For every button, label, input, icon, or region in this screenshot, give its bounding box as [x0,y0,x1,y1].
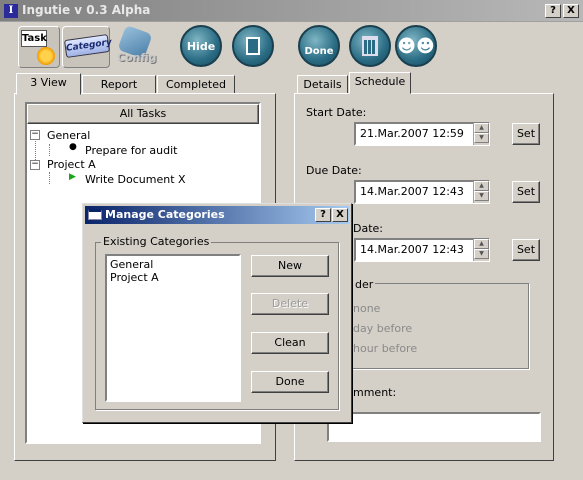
tree-node-write-document[interactable]: Write Document X [85,173,186,186]
set-start-button[interactable]: Set [512,123,540,145]
expander-icon[interactable]: − [30,130,40,140]
task-button[interactable]: Task [18,26,60,68]
delete-button[interactable]: Delete [251,293,329,315]
hide-button[interactable]: Hide [180,25,222,67]
app-icon: I [4,4,18,18]
spin-up-icon[interactable]: ▲ [474,123,489,133]
reminder-option-day[interactable]: day before [353,322,412,335]
spin-down-icon[interactable]: ▼ [474,249,489,259]
tree-node-prepare-audit[interactable]: Prepare for audit [85,144,177,157]
clean-button[interactable]: Clean [251,332,329,354]
spin-down-icon[interactable]: ▼ [474,191,489,201]
dialog-title: Manage Categories [105,208,225,221]
tab-3-view[interactable]: 3 View [16,73,81,95]
third-date-value: 14.Mar.2007 12:43 [360,243,464,256]
play-icon: ▶ [69,172,76,182]
third-date-spinner[interactable]: ▲ ▼ [473,239,489,261]
due-date-field[interactable]: 14.Mar.2007 12:43 [354,180,490,204]
window-button[interactable] [232,25,274,67]
close-button[interactable]: X [563,4,579,18]
dialog-title-bar: Manage Categories ? X [85,206,349,224]
tab-schedule[interactable]: Schedule [349,72,411,94]
done-label: Done [304,45,334,57]
task-label: Task [21,30,47,47]
start-date-spinner[interactable]: ▲ ▼ [473,123,489,145]
list-item[interactable]: General [110,258,153,271]
start-date-label: Start Date: [306,106,367,119]
categories-list[interactable]: General Project A [105,254,241,402]
existing-categories-label: Existing Categories [101,235,212,248]
start-date-value: 21.Mar.2007 12:59 [360,127,464,140]
reminder-label: der [353,278,376,291]
config-button[interactable]: Config [114,24,157,68]
set-due-button[interactable]: Set [512,181,540,203]
tree-header[interactable]: All Tasks [27,104,259,124]
tree-node-general[interactable]: General [47,129,90,142]
done-button[interactable]: Done [298,25,340,67]
spin-up-icon[interactable]: ▲ [474,181,489,191]
help-button[interactable]: ? [545,4,561,18]
spin-up-icon[interactable]: ▲ [474,239,489,249]
trash-icon [362,36,378,56]
window-icon [246,37,260,55]
due-date-label: Due Date: [306,164,362,177]
new-button[interactable]: New [251,255,329,277]
third-date-label: Date: [353,222,383,235]
tree-node-project-a[interactable]: Project A [47,158,96,171]
hide-label: Hide [186,39,216,53]
reminder-option-hour[interactable]: hour before [353,342,417,355]
dialog-close-button[interactable]: X [332,208,348,222]
tab-completed[interactable]: Completed [157,75,235,95]
spin-down-icon[interactable]: ▼ [474,133,489,143]
category-button[interactable]: Category [62,26,112,68]
comment-label: mment: [353,386,397,399]
dialog-window-icon [88,209,102,220]
start-date-field[interactable]: 21.Mar.2007 12:59 [354,122,490,146]
manage-categories-dialog: Manage Categories ? X Existing Categorie… [82,203,352,423]
tab-report[interactable]: Report [82,75,156,95]
sun-icon [37,47,55,65]
due-date-value: 14.Mar.2007 12:43 [360,185,464,198]
tree-connector [49,172,50,184]
tree-connector [49,144,50,156]
expander-icon[interactable]: − [30,160,40,170]
title-bar: I Ingutie v 0.3 Alpha ? X [0,0,583,22]
category-label: Category [63,34,112,58]
dialog-help-button[interactable]: ? [315,208,331,222]
users-button[interactable]: ☻☻ [395,25,437,67]
set-third-button[interactable]: Set [512,239,540,261]
config-label: Config [117,51,157,64]
tab-details[interactable]: Details [297,75,348,95]
due-date-spinner[interactable]: ▲ ▼ [473,181,489,203]
comment-field[interactable] [327,412,541,442]
users-icon: ☻☻ [397,35,435,57]
window-title: Ingutie v 0.3 Alpha [22,3,151,17]
reminder-option-none[interactable]: none [353,302,380,315]
third-date-field[interactable]: 14.Mar.2007 12:43 [354,238,490,262]
dialog-done-button[interactable]: Done [251,371,329,393]
list-item[interactable]: Project A [110,271,159,284]
trash-button[interactable] [349,25,391,67]
bullet-icon: ● [69,142,77,152]
